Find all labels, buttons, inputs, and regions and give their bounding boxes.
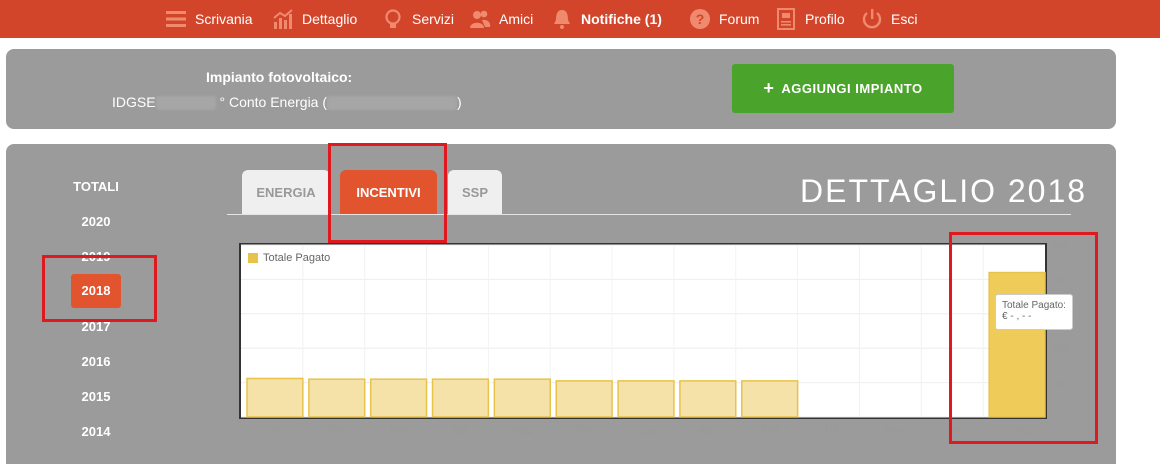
year-2016[interactable]: 2016 <box>66 354 126 369</box>
chart-icon <box>273 9 293 29</box>
add-impianto-button[interactable]: + AGGIUNGI IMPIANTO <box>732 64 954 113</box>
year-2019[interactable]: 2019 <box>66 249 126 264</box>
bell-icon <box>554 10 570 29</box>
profile-icon <box>777 8 795 30</box>
impianto-id-prefix: IDGSE <box>112 94 156 110</box>
menu-icon <box>166 11 186 27</box>
nav-label: Forum <box>719 11 760 27</box>
year-2014[interactable]: 2014 <box>66 424 126 439</box>
tab-energia[interactable]: ENERGIA <box>242 170 330 214</box>
year-2015[interactable]: 2015 <box>66 389 126 404</box>
nav-esci[interactable]: Esci <box>861 0 917 38</box>
nav-label: Dettaglio <box>302 11 358 27</box>
svg-text:?: ? <box>696 11 705 27</box>
nav-scrivania[interactable]: Scrivania <box>165 0 253 38</box>
impianto-title: Impianto fotovoltaico: <box>206 69 353 85</box>
year-totali[interactable]: TOTALI <box>66 179 126 194</box>
impianto-close-paren: ) <box>457 94 462 110</box>
nav-label: Notifiche (1) <box>581 11 662 27</box>
redacted-detail <box>327 96 458 111</box>
tooltip-title: Totale Pagato: <box>1002 300 1066 311</box>
nav-label: Scrivania <box>195 11 253 27</box>
impianto-value: IDGSE ° Conto Energia () <box>112 94 462 111</box>
plus-icon: + <box>763 78 775 98</box>
nav-profilo[interactable]: Profilo <box>775 0 845 38</box>
chart-tooltip: Totale Pagato: € - , - - <box>995 294 1073 330</box>
year-2020[interactable]: 2020 <box>66 214 126 229</box>
tab-ssp[interactable]: SSP <box>448 170 502 214</box>
chart-legend[interactable]: Totale Pagato <box>248 252 330 264</box>
nav-label: Profilo <box>805 11 845 27</box>
top-navbar: Scrivania Dettaglio Servizi Amici Notifi… <box>0 0 1160 38</box>
add-impianto-label: AGGIUNGI IMPIANTO <box>781 81 923 96</box>
chart-area <box>239 243 1047 419</box>
nav-amici[interactable]: Amici <box>469 0 533 38</box>
nav-notifiche[interactable]: Notifiche (1) <box>551 0 662 38</box>
nav-servizi[interactable]: Servizi <box>382 0 454 38</box>
impianto-conto: ° Conto Energia ( <box>219 94 328 110</box>
tab-divider <box>227 214 1071 215</box>
nav-label: Servizi <box>412 11 455 27</box>
lightbulb-icon <box>385 9 401 28</box>
nav-label: Amici <box>499 11 534 27</box>
impianto-panel: Impianto fotovoltaico: IDGSE ° Conto Ene… <box>6 49 1116 129</box>
year-2018[interactable]: 2018 <box>71 274 121 308</box>
year-2017[interactable]: 2017 <box>66 319 126 334</box>
redacted-id <box>155 96 216 111</box>
tab-incentivi[interactable]: INCENTIVI <box>340 170 437 214</box>
legend-swatch <box>248 253 258 263</box>
legend-label: Totale Pagato <box>263 252 331 264</box>
question-icon: ? <box>690 9 710 29</box>
power-icon <box>862 9 882 29</box>
users-icon <box>470 10 491 28</box>
tooltip-value: € - , - - <box>1002 311 1032 322</box>
nav-label: Esci <box>891 11 918 27</box>
page-title: DETTAGLIO 2018 <box>800 173 1088 209</box>
nav-dettaglio[interactable]: Dettaglio <box>272 0 357 38</box>
nav-forum[interactable]: ? Forum <box>689 0 759 38</box>
